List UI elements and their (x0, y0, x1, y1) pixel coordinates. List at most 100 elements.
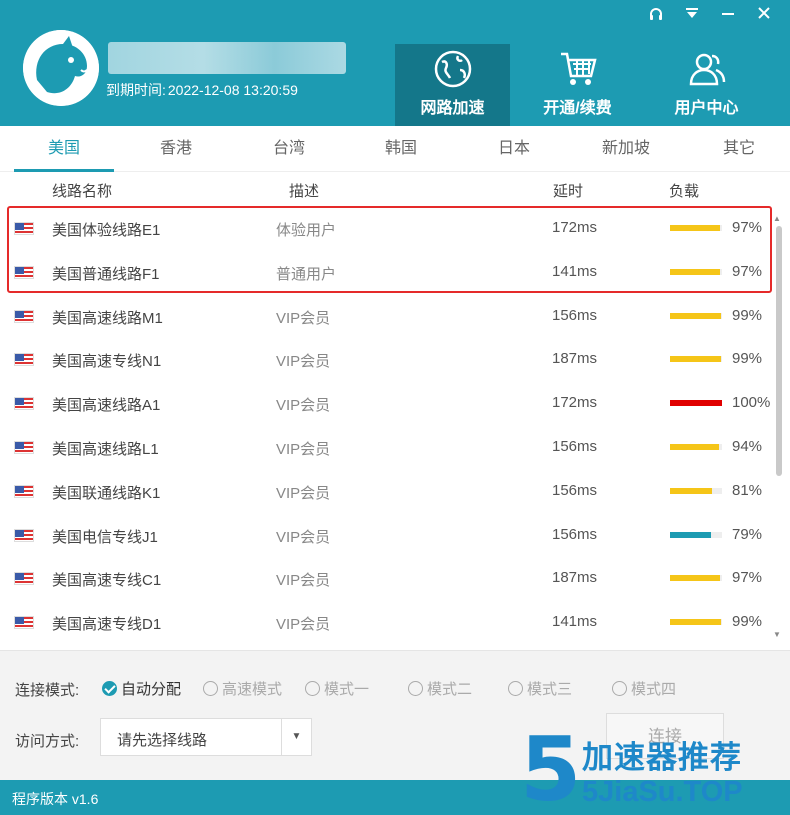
radio-icon (305, 681, 320, 696)
nav-network-accel[interactable]: 网路加速 (395, 44, 510, 126)
route-desc: VIP会员 (276, 484, 331, 502)
col-desc: 描述 (289, 183, 320, 200)
chevron-down-icon[interactable]: ▼ (281, 719, 311, 755)
load-bar (670, 619, 722, 626)
check-icon (102, 681, 117, 696)
highlight-box (7, 206, 772, 293)
minimize-icon[interactable] (718, 6, 738, 26)
tab-singapore[interactable]: 新加坡 (576, 126, 676, 172)
route-latency: 156ms (552, 306, 598, 324)
table-row[interactable]: 美国高速专线C1 VIP会员 187ms 97% (0, 556, 770, 600)
load-percent: 94% (732, 438, 763, 455)
us-flag-icon (14, 572, 34, 586)
table-row[interactable]: 美国高速线路A1 VIP会员 172ms 100% (0, 381, 770, 425)
mode-3[interactable]: 模式三 (508, 678, 572, 699)
load-bar-fill (670, 356, 722, 363)
route-desc: VIP会员 (276, 528, 331, 546)
load-bar (670, 531, 722, 538)
route-latency: 187ms (552, 569, 598, 587)
expire-time: 到期时间: 2022-12-08 13:20:59 (106, 80, 298, 100)
tab-japan[interactable]: 日本 (464, 126, 564, 172)
load-percent: 97% (732, 569, 763, 587)
table-row[interactable]: 美国高速线路M1 VIP会员 156ms 99% (0, 294, 770, 338)
nav-label: 开通/续费 (543, 100, 612, 117)
route-desc: VIP会员 (276, 309, 331, 327)
mode-highspeed[interactable]: 高速模式 (203, 678, 282, 699)
nav-label: 用户中心 (674, 100, 739, 117)
close-icon[interactable] (754, 6, 774, 26)
route-name: 美国高速线路A1 (52, 397, 161, 415)
route-latency: 187ms (552, 350, 598, 368)
load-percent: 81% (732, 481, 763, 499)
radio-label: 高速模式 (222, 681, 283, 698)
mode-1[interactable]: 模式一 (305, 678, 369, 699)
dropdown-icon[interactable] (682, 6, 702, 26)
load-bar (670, 487, 722, 494)
load-percent: 99% (732, 350, 763, 368)
us-flag-icon (14, 397, 34, 411)
access-label: 访问方式: (15, 733, 80, 750)
cart-icon (557, 48, 599, 90)
route-latency: 156ms (552, 481, 598, 499)
headset-icon[interactable] (646, 6, 666, 26)
tab-hongkong[interactable]: 香港 (126, 126, 226, 172)
table-row[interactable]: 美国高速专线D1 VIP会员 141ms 99% (0, 600, 770, 644)
load-bar-fill (670, 400, 722, 407)
route-name: 美国高速专线D1 (52, 616, 162, 634)
mode-auto[interactable]: 自动分配 (102, 678, 181, 699)
load-percent: 79% (732, 525, 763, 543)
load-bar (670, 400, 722, 407)
mode-label: 连接模式: (15, 682, 80, 699)
us-flag-icon (14, 441, 34, 454)
scrollbar-thumb[interactable] (776, 226, 782, 476)
load-bar (670, 444, 722, 450)
tab-taiwan[interactable]: 台湾 (239, 126, 339, 172)
load-bar (670, 312, 722, 319)
nav-user-center[interactable]: 用户中心 (649, 44, 764, 126)
scroll-down-icon[interactable]: ▼ (773, 630, 781, 639)
route-name: 美国电信专线J1 (52, 528, 158, 546)
nav-purchase[interactable]: 开通/续费 (520, 44, 635, 126)
watermark-en: 5JiaSu.TOP (582, 776, 743, 808)
route-desc: VIP会员 (276, 397, 331, 415)
load-percent: 99% (732, 306, 763, 324)
table-row[interactable]: 美国高速专线N1 VIP会员 187ms 99% (0, 337, 770, 381)
watermark: 5 加速器推荐 5JiaSu.TOP (520, 718, 790, 815)
table-row[interactable]: 美国高速线路L1 VIP会员 156ms 94% (0, 425, 770, 469)
tab-others[interactable]: 其它 (689, 126, 789, 172)
watermark-digit: 5 (520, 718, 582, 815)
access-value: 请先选择线路 (117, 732, 208, 749)
table-row[interactable]: 美国联通线路K1 VIP会员 156ms 81% (0, 469, 770, 513)
region-tabs: 美国 香港 台湾 韩国 日本 新加坡 其它 (0, 126, 790, 172)
route-latency: 156ms (552, 438, 598, 455)
expire-value: 2022-12-08 13:20:59 (167, 82, 298, 98)
us-flag-icon (14, 353, 34, 367)
app-header: 到期时间: 2022-12-08 13:20:59 网路加速 开通/续费 用户中心 (0, 0, 790, 126)
table-header: 线路名称 描述 延时 负载 (0, 172, 790, 206)
app-logo (23, 30, 99, 106)
us-flag-icon (14, 309, 34, 323)
load-percent: 100% (732, 394, 770, 412)
load-bar-fill (670, 487, 713, 494)
radio-label: 模式三 (527, 681, 573, 698)
load-bar-fill (670, 531, 712, 538)
radio-label: 模式一 (324, 681, 370, 698)
radio-label: 模式二 (427, 681, 473, 698)
load-percent: 99% (732, 613, 763, 631)
scroll-up-icon[interactable]: ▲ (773, 214, 781, 223)
route-desc: VIP会员 (276, 616, 331, 634)
mode-2[interactable]: 模式二 (408, 678, 472, 699)
route-name: 美国联通线路K1 (52, 484, 161, 502)
load-bar-fill (670, 444, 719, 450)
route-latency: 156ms (552, 525, 598, 543)
us-flag-icon (14, 528, 34, 542)
route-desc: VIP会员 (276, 353, 331, 371)
table-row[interactable]: 美国电信专线J1 VIP会员 156ms 79% (0, 513, 770, 557)
mode-4[interactable]: 模式四 (612, 678, 676, 699)
tab-usa[interactable]: 美国 (14, 126, 114, 172)
access-select[interactable]: 请先选择线路 ▼ (100, 718, 312, 756)
route-latency: 172ms (552, 394, 598, 412)
col-load: 负载 (669, 183, 700, 200)
us-flag-icon (14, 616, 34, 630)
tab-korea[interactable]: 韩国 (351, 126, 451, 172)
